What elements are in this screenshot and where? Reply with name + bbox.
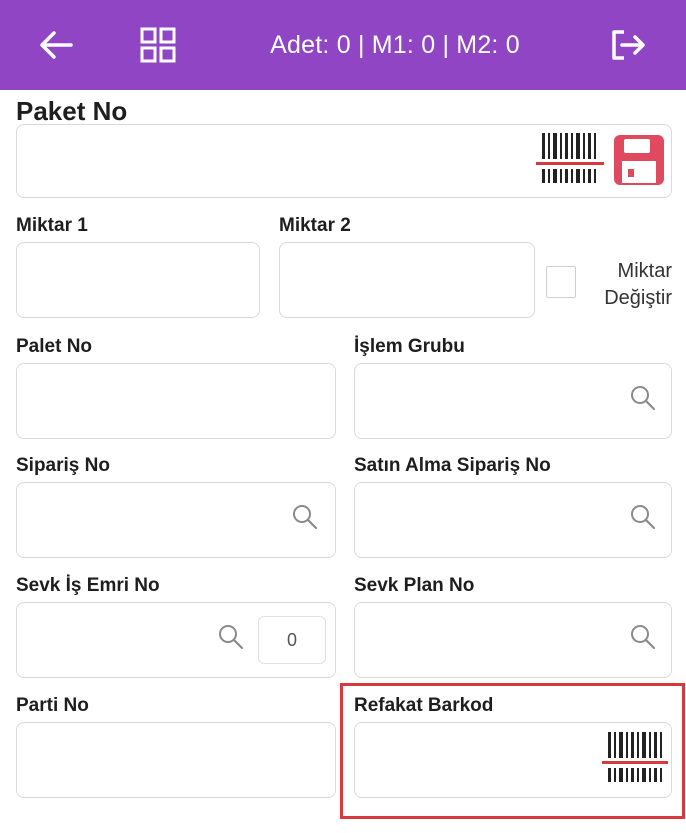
siparis-no-input[interactable] — [17, 483, 277, 557]
logout-button[interactable] — [602, 0, 654, 90]
header-counter-title: Adet: 0 | M1: 0 | M2: 0 — [270, 30, 520, 59]
sevk-is-emri-label: Sevk İş Emri No — [16, 575, 160, 596]
menu-grid-button[interactable] — [132, 0, 184, 90]
save-icon[interactable] — [612, 133, 666, 187]
back-button[interactable] — [30, 0, 82, 90]
search-icon[interactable] — [630, 624, 656, 650]
satin-alma-label: Satın Alma Sipariş No — [354, 455, 551, 476]
search-icon[interactable] — [218, 624, 244, 650]
top-app-bar: Adet: 0 | M1: 0 | M2: 0 — [0, 0, 686, 90]
sevk-is-emri-count[interactable]: 0 — [258, 616, 326, 664]
miktar-degistir-label[interactable]: Miktar Değiştir — [580, 258, 672, 312]
miktar-degistir-label-line1: Miktar — [617, 260, 672, 282]
miktar2-input[interactable] — [280, 243, 534, 317]
parti-no-label: Parti No — [16, 695, 89, 716]
satin-alma-field[interactable] — [354, 482, 672, 558]
parti-no-input[interactable] — [17, 723, 335, 797]
satin-alma-input[interactable] — [355, 483, 615, 557]
parti-no-field[interactable] — [16, 722, 336, 798]
sevk-plan-input[interactable] — [355, 603, 615, 677]
sevk-plan-label: Sevk Plan No — [354, 575, 475, 596]
islem-grubu-field[interactable] — [354, 363, 672, 439]
miktar1-field[interactable] — [16, 242, 260, 318]
miktar-degistir-checkbox[interactable] — [546, 266, 576, 298]
arrow-left-icon — [40, 31, 73, 59]
siparis-no-field[interactable] — [16, 482, 336, 558]
miktar2-field[interactable] — [279, 242, 535, 318]
search-icon[interactable] — [630, 385, 656, 411]
miktar1-label: Miktar 1 — [16, 215, 88, 236]
islem-grubu-input[interactable] — [355, 364, 615, 438]
islem-grubu-label: İşlem Grubu — [354, 336, 465, 357]
paket-no-input[interactable] — [17, 125, 517, 197]
refakat-barkod-label: Refakat Barkod — [354, 695, 494, 716]
miktar-degistir-label-line2: Değiştir — [604, 287, 672, 309]
sevk-plan-field[interactable] — [354, 602, 672, 678]
miktar2-label: Miktar 2 — [279, 215, 351, 236]
sevk-is-emri-input[interactable] — [17, 603, 207, 677]
siparis-no-label: Sipariş No — [16, 455, 110, 476]
refakat-barkod-input[interactable] — [355, 723, 595, 797]
paket-no-label: Paket No — [16, 96, 128, 126]
palet-no-label: Palet No — [16, 336, 93, 357]
miktar1-input[interactable] — [17, 243, 259, 317]
barcode-icon[interactable] — [602, 728, 668, 788]
search-icon[interactable] — [292, 504, 318, 530]
search-icon[interactable] — [630, 504, 656, 530]
grid-icon — [140, 27, 176, 63]
logout-icon — [612, 30, 645, 60]
palet-no-input[interactable] — [17, 364, 335, 438]
barcode-icon[interactable] — [536, 131, 606, 189]
palet-no-field[interactable] — [16, 363, 336, 439]
